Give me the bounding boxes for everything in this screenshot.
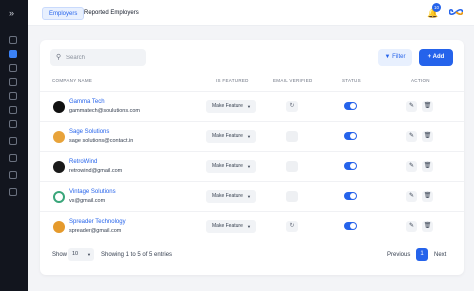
caret-down-icon: ▼ (87, 252, 91, 257)
notification-badge: 10 (432, 3, 441, 12)
filter-label: Filter (392, 54, 406, 60)
status-toggle[interactable] (344, 222, 357, 230)
page-size-value: 10 (72, 251, 79, 257)
make-feature-dropdown[interactable]: Make Feature ▼ (206, 160, 256, 173)
company-name[interactable]: Gamma Tech (69, 99, 105, 106)
caret-down-icon: ▼ (247, 134, 251, 139)
verify-placeholder (286, 131, 298, 142)
briefcase-icon[interactable] (9, 64, 17, 72)
refresh-icon[interactable]: ↻ (286, 101, 298, 112)
refresh-icon[interactable]: ↻ (286, 221, 298, 232)
filter-icon: ▼ (384, 54, 391, 60)
table-row: Sage Solutions sage solutions@contact.in… (40, 121, 464, 151)
company-logo (53, 221, 65, 233)
company-name[interactable]: Vintage Solutions (69, 189, 116, 196)
company-name[interactable]: Spreader Technology (69, 219, 126, 226)
help-icon[interactable] (9, 188, 17, 196)
company-email: vs@gmail.com (69, 198, 106, 204)
header-status: STATUS (342, 78, 361, 83)
edit-icon[interactable]: ✎ (406, 101, 417, 112)
header-company: COMPANY NAME (52, 78, 93, 83)
trash-icon[interactable]: 🗑 (422, 131, 433, 142)
users-icon[interactable] (9, 50, 17, 58)
chart-icon[interactable] (9, 120, 17, 128)
top-bar: Employers Reported Employers 🔔 10 (28, 0, 474, 26)
table-row: Vintage Solutions vs@gmail.com Make Feat… (40, 181, 464, 211)
make-feature-dropdown[interactable]: Make Feature ▼ (206, 130, 256, 143)
add-label: Add (432, 54, 445, 60)
caret-down-icon: ▼ (247, 224, 251, 229)
trash-icon[interactable]: 🗑 (422, 191, 433, 202)
header-featured: IS FEATURED (216, 78, 249, 83)
make-feature-label: Make Feature (212, 133, 243, 139)
caret-down-icon: ▼ (247, 104, 251, 109)
chat-icon[interactable] (9, 92, 17, 100)
trash-icon[interactable]: 🗑 (422, 101, 433, 112)
make-feature-label: Make Feature (212, 163, 243, 169)
sidebar: » (0, 0, 28, 291)
edit-icon[interactable]: ✎ (406, 191, 417, 202)
status-toggle[interactable] (344, 192, 357, 200)
status-toggle[interactable] (344, 132, 357, 140)
company-logo (53, 161, 65, 173)
company-name[interactable]: RetroWind (69, 159, 97, 166)
tab-reported-employers[interactable]: Reported Employers (78, 7, 145, 20)
entries-info: Showing 1 to 5 of 5 entries (101, 252, 173, 258)
previous-button[interactable]: Previous (387, 251, 410, 260)
table-row: Spreader Technology spreader@gmail.com M… (40, 211, 464, 241)
filter-button[interactable]: ▼ Filter (378, 49, 412, 66)
settings-icon[interactable] (9, 106, 17, 114)
make-feature-label: Make Feature (212, 103, 243, 109)
bookmark-icon[interactable] (9, 137, 17, 145)
employers-card: ⚲ ▼ Filter + Add COMPANY NAME IS FEATURE… (40, 40, 464, 275)
table-row: RetroWind retrowind@gmail.com Make Featu… (40, 151, 464, 181)
calendar-icon[interactable] (9, 154, 17, 162)
caret-down-icon: ▼ (247, 164, 251, 169)
trash-icon[interactable]: 🗑 (422, 161, 433, 172)
header-verified: EMAIL VERIFIED (273, 78, 313, 83)
company-email: retrowind@gmail.com (69, 168, 123, 174)
edit-icon[interactable]: ✎ (406, 131, 417, 142)
show-label: Show (52, 252, 68, 258)
document-icon[interactable] (9, 78, 17, 86)
edit-icon[interactable]: ✎ (406, 221, 417, 232)
plus-icon: + (427, 54, 432, 60)
list-icon[interactable] (9, 171, 17, 179)
company-email: spreader@gmail.com (69, 228, 122, 234)
company-logo (53, 101, 65, 113)
table-row: Gamma Tech gammatech@soulutions.com Make… (40, 91, 464, 121)
infinity-logo-icon (449, 8, 463, 16)
make-feature-dropdown[interactable]: Make Feature ▼ (206, 220, 256, 233)
company-logo (53, 191, 65, 203)
make-feature-label: Make Feature (212, 193, 243, 199)
header-action: ACTION (411, 78, 430, 83)
page-1-button[interactable]: 1 (416, 248, 428, 261)
next-button[interactable]: Next (434, 251, 446, 260)
search-input[interactable] (66, 51, 142, 64)
trash-icon[interactable]: 🗑 (422, 221, 433, 232)
status-toggle[interactable] (344, 162, 357, 170)
company-email: sage solutions@contact.in (69, 138, 134, 144)
verify-placeholder (286, 191, 298, 202)
add-button[interactable]: + Add (419, 49, 453, 66)
search-icon: ⚲ (56, 54, 62, 61)
make-feature-dropdown[interactable]: Make Feature ▼ (206, 190, 256, 203)
edit-icon[interactable]: ✎ (406, 161, 417, 172)
make-feature-label: Make Feature (212, 223, 243, 229)
dashboard-icon[interactable] (9, 36, 17, 44)
make-feature-dropdown[interactable]: Make Feature ▼ (206, 100, 256, 113)
search-box[interactable]: ⚲ (50, 49, 146, 66)
company-logo (53, 131, 65, 143)
caret-down-icon: ▼ (247, 194, 251, 199)
status-toggle[interactable] (344, 102, 357, 110)
company-name[interactable]: Sage Solutions (69, 129, 109, 136)
page-size-select[interactable]: 10 ▼ (68, 248, 94, 261)
company-email: gammatech@soulutions.com (69, 108, 141, 114)
verify-placeholder (286, 161, 298, 172)
double-chevron-right-icon[interactable]: » (9, 8, 19, 18)
